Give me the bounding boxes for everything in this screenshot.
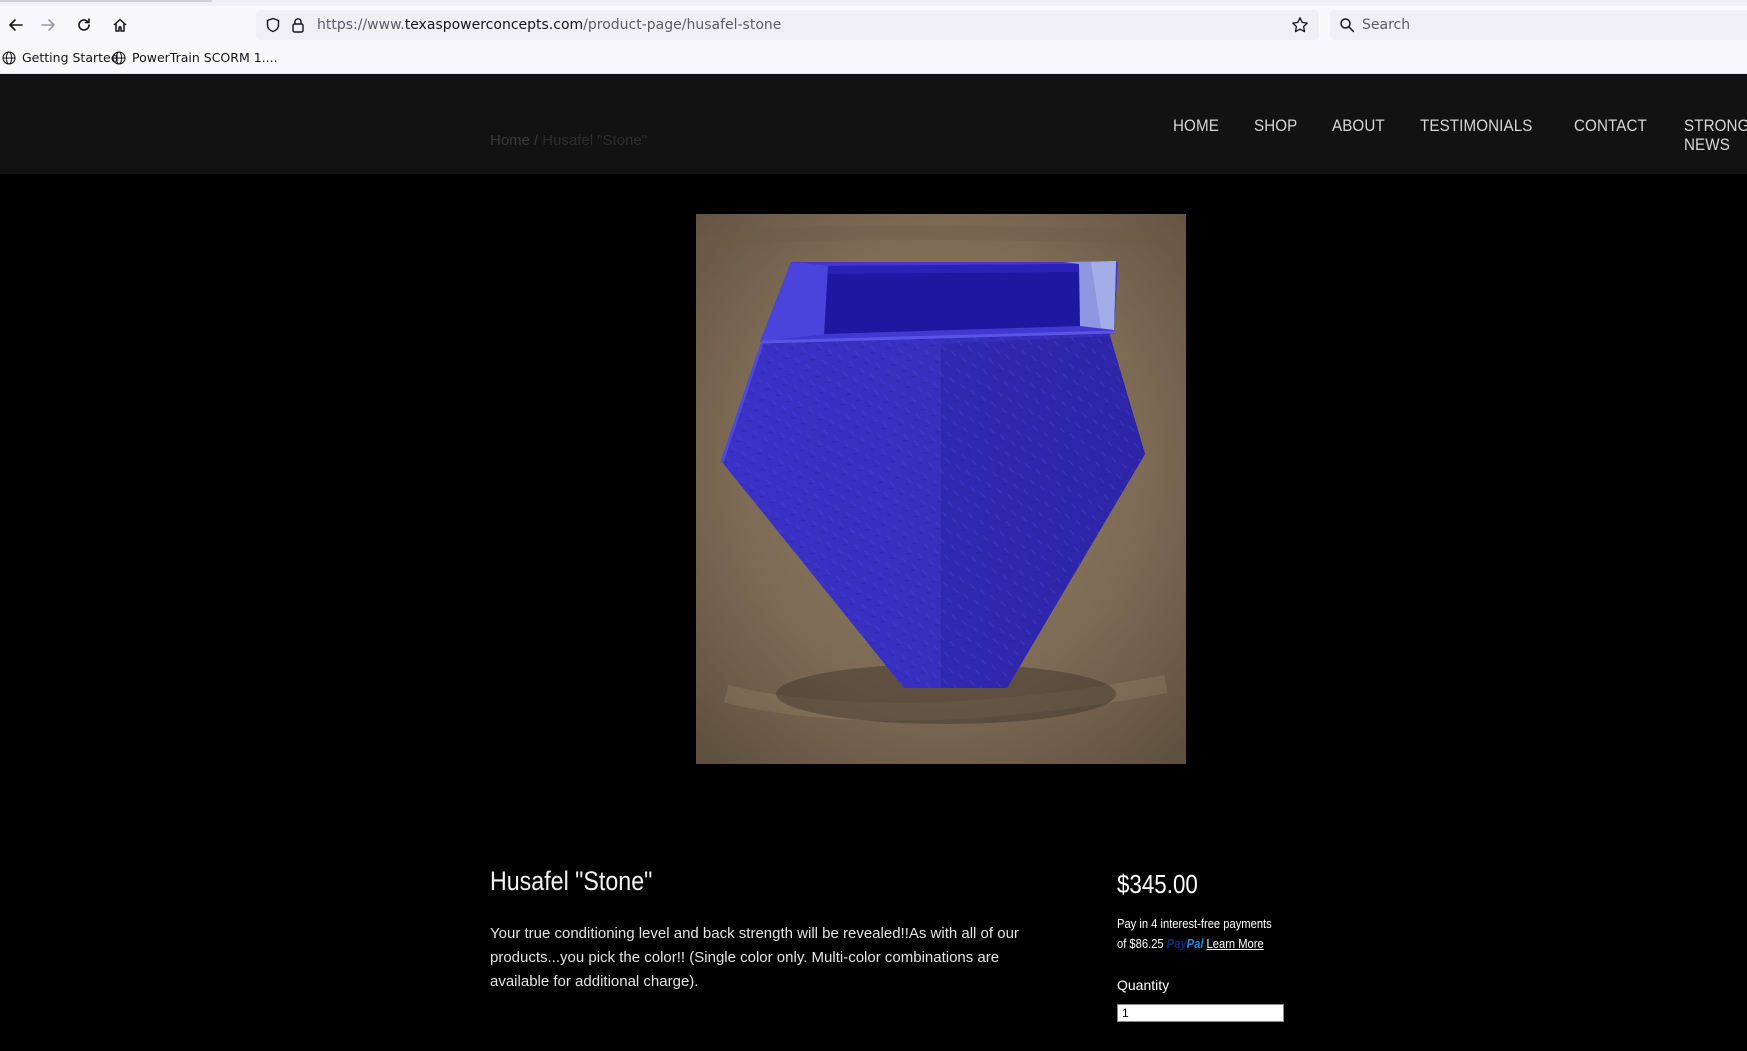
search-placeholder: Search — [1362, 17, 1411, 33]
menu-item-about[interactable]: ABOUT — [1332, 117, 1385, 155]
breadcrumb: Home / Husafel "Stone" — [490, 132, 647, 149]
paypal-learn-more-link[interactable]: Learn More — [1207, 936, 1264, 951]
bookmark-label: Getting Started — [22, 50, 119, 65]
address-bar[interactable]: https://www.texaspowerconcepts.com/produ… — [256, 10, 1319, 40]
bookmark-label: PowerTrain SCORM 1.... — [132, 50, 278, 65]
search-icon — [1339, 17, 1355, 38]
home-icon[interactable] — [104, 9, 136, 41]
paypal-installments-line2: of $86.25 PayPal Learn More — [1117, 936, 1264, 951]
bookmarks-toolbar: Getting Started PowerTrain SCORM 1.... — [0, 44, 1747, 74]
menu-item-testimonials[interactable]: TESTIMONIALS — [1420, 117, 1532, 155]
lock-icon[interactable] — [291, 17, 305, 38]
site-header: Home / Husafel "Stone" HOME SHOP ABOUT TES… — [0, 74, 1747, 174]
product-image[interactable] — [696, 214, 1186, 764]
back-arrow-icon[interactable] — [0, 9, 32, 41]
quantity-input[interactable]: 1 — [1117, 1004, 1284, 1022]
tracking-shield-icon[interactable] — [265, 17, 281, 38]
menu-item-shop[interactable]: SHOP — [1254, 117, 1297, 155]
product-photo-illustration — [696, 214, 1186, 764]
menu-item-home[interactable]: HOME — [1173, 117, 1219, 155]
forward-arrow-icon[interactable] — [32, 9, 64, 41]
product-description: Your true conditioning level and back st… — [490, 925, 1019, 990]
product-price: $345.00 — [1117, 869, 1198, 899]
breadcrumb-separator: / — [534, 132, 539, 149]
globe-icon — [2, 50, 16, 65]
active-tab-indicator — [0, 0, 212, 2]
url-text[interactable]: https://www.texaspowerconcepts.com/produ… — [317, 17, 781, 33]
product-title: Husafel "Stone" — [490, 866, 653, 896]
breadcrumb-home-link[interactable]: Home — [490, 132, 530, 149]
main-menu: HOME SHOP ABOUT TESTIMONIALS CONTACT STR… — [1173, 117, 1747, 155]
paypal-installments-text: Pay in 4 interest-free payments — [1117, 916, 1272, 931]
bookmark-star-icon[interactable] — [1291, 16, 1309, 39]
bookmark-getting-started[interactable]: Getting Started — [2, 50, 119, 65]
browser-toolbar: https://www.texaspowerconcepts.com/produ… — [0, 6, 1747, 44]
menu-item-contact[interactable]: CONTACT — [1574, 117, 1647, 155]
menu-item-strongman-news[interactable]: STRONGMAN NEWS — [1684, 117, 1747, 155]
browser-search-field[interactable]: Search — [1330, 10, 1747, 40]
quantity-label: Quantity — [1117, 977, 1170, 993]
bookmark-powertrain-scorm[interactable]: PowerTrain SCORM 1.... — [112, 50, 278, 65]
paypal-logo: PayPal — [1166, 936, 1204, 951]
installment-amount: of $86.25 — [1117, 936, 1164, 951]
globe-icon — [112, 50, 126, 65]
breadcrumb-current: Husafel "Stone" — [542, 132, 648, 149]
reload-icon[interactable] — [68, 9, 100, 41]
